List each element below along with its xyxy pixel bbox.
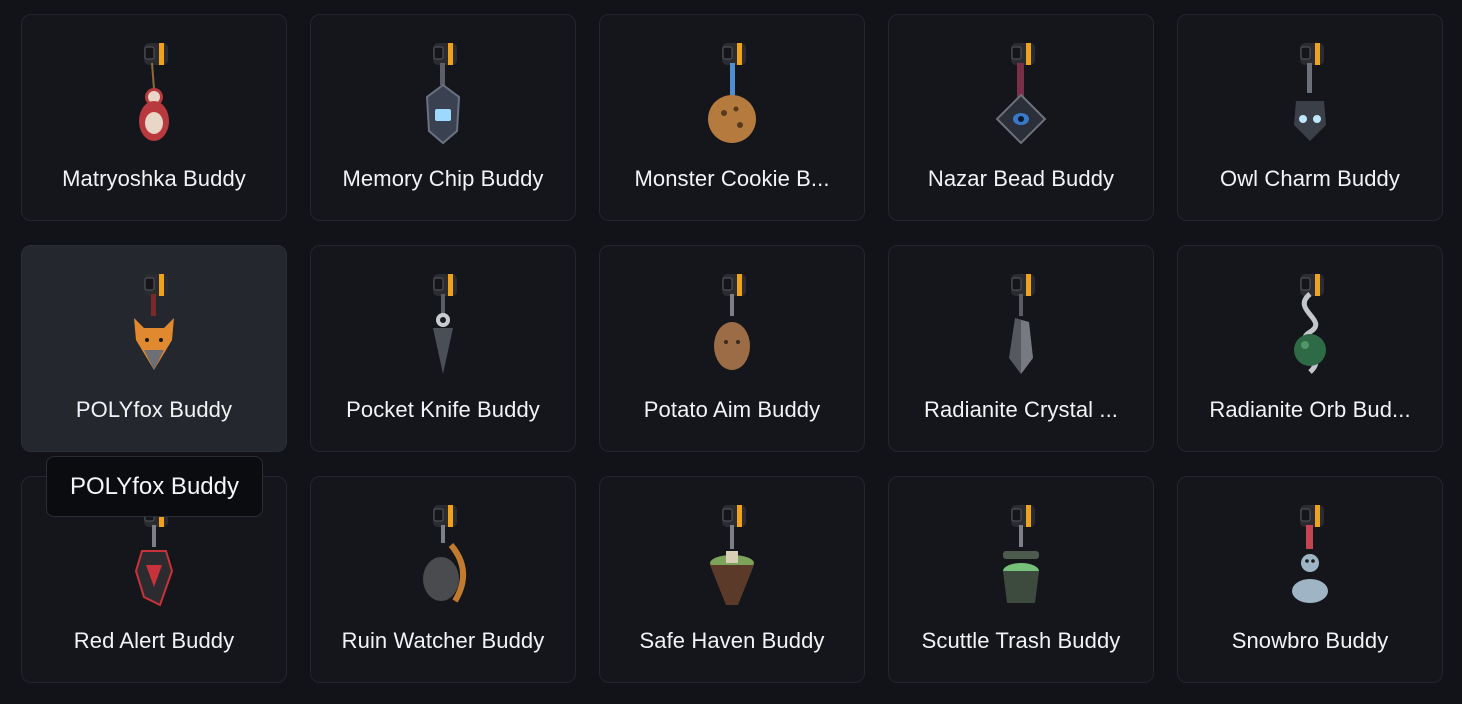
polyfox-icon xyxy=(134,274,174,370)
buddy-card-polyfox-buddy[interactable]: POLYfox Buddy xyxy=(21,245,287,452)
tooltip-text: POLYfox Buddy xyxy=(70,472,239,500)
crystal-icon xyxy=(1009,274,1035,374)
buddy-name: Monster Cookie B... xyxy=(634,166,830,191)
buddy-card-pocket-knife-buddy[interactable]: Pocket Knife Buddy xyxy=(310,245,576,452)
tooltip: POLYfox Buddy xyxy=(46,456,263,517)
buddy-name: Pocket Knife Buddy xyxy=(346,397,540,422)
buddy-card-potato-aim-buddy[interactable]: Potato Aim Buddy xyxy=(599,245,865,452)
orb-icon xyxy=(1294,274,1326,374)
buddy-card-radianite-orb-bud[interactable]: Radianite Orb Bud... xyxy=(1177,245,1443,452)
buddy-name: Radianite Crystal ... xyxy=(923,397,1119,422)
buddy-name: Safe Haven Buddy xyxy=(639,628,825,653)
buddy-name: Red Alert Buddy xyxy=(73,628,235,653)
matryoshka-doll-icon xyxy=(139,43,169,141)
buddy-name: Owl Charm Buddy xyxy=(1219,166,1400,191)
trash-can-icon xyxy=(1003,505,1039,603)
buddy-card-monster-cookie-b[interactable]: Monster Cookie B... xyxy=(599,14,865,221)
ruin-watcher-icon xyxy=(423,505,467,603)
snowman-icon xyxy=(1292,505,1328,603)
buddy-name: POLYfox Buddy xyxy=(75,397,233,422)
pocket-knife-icon xyxy=(433,274,457,374)
buddy-grid: Matryoshka Buddy Memory Chip Buddy Monst… xyxy=(21,14,1443,683)
potato-icon xyxy=(714,274,750,370)
floating-island-icon xyxy=(710,505,754,605)
buddy-card-matryoshka-buddy[interactable]: Matryoshka Buddy xyxy=(21,14,287,221)
buddy-name: Memory Chip Buddy xyxy=(342,166,544,191)
buddy-name: Ruin Watcher Buddy xyxy=(341,628,545,653)
nazar-bead-icon xyxy=(995,43,1047,145)
buddy-name: Nazar Bead Buddy xyxy=(927,166,1115,191)
buddy-name: Potato Aim Buddy xyxy=(643,397,821,422)
buddy-card-safe-haven-buddy[interactable]: Safe Haven Buddy xyxy=(599,476,865,683)
buddy-card-ruin-watcher-buddy[interactable]: Ruin Watcher Buddy xyxy=(310,476,576,683)
buddy-name: Matryoshka Buddy xyxy=(62,166,246,191)
buddy-name: Radianite Orb Bud... xyxy=(1209,397,1411,422)
buddy-card-scuttle-trash-buddy[interactable]: Scuttle Trash Buddy xyxy=(888,476,1154,683)
buddy-card-radianite-crystal[interactable]: Radianite Crystal ... xyxy=(888,245,1154,452)
buddy-card-owl-charm-buddy[interactable]: Owl Charm Buddy xyxy=(1177,14,1443,221)
memory-chip-icon xyxy=(425,43,461,145)
buddy-name: Scuttle Trash Buddy xyxy=(921,628,1121,653)
red-alert-icon xyxy=(134,505,174,607)
owl-charm-icon xyxy=(1294,43,1326,141)
buddy-name: Snowbro Buddy xyxy=(1231,628,1389,653)
buddy-card-nazar-bead-buddy[interactable]: Nazar Bead Buddy xyxy=(888,14,1154,221)
buddy-card-memory-chip-buddy[interactable]: Memory Chip Buddy xyxy=(310,14,576,221)
buddy-card-snowbro-buddy[interactable]: Snowbro Buddy xyxy=(1177,476,1443,683)
cookie-icon xyxy=(708,43,756,143)
